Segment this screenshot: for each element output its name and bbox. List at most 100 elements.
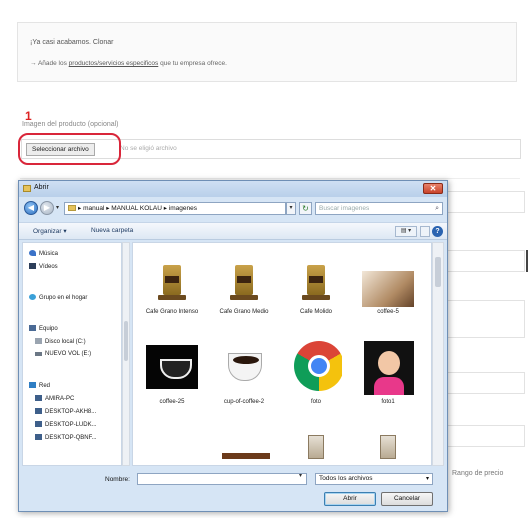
image-field-label: Imagen del producto (opcional): [22, 121, 119, 128]
refresh-icon[interactable]: ↻: [299, 202, 312, 215]
bg-input-4[interactable]: [447, 425, 525, 447]
dialog-footer: Nombre: ▾ Todos los archivos ▾ Abrir Can…: [19, 469, 447, 511]
image-thumbnail: [362, 341, 414, 397]
file-item[interactable]: [281, 433, 351, 465]
disk-icon: [35, 338, 42, 344]
organize-button[interactable]: Organizar ▾: [33, 227, 67, 235]
address-dropdown-icon[interactable]: ▾: [286, 202, 296, 215]
folder-icon: [23, 185, 31, 192]
file-name: coffee-25: [159, 399, 185, 405]
open-button[interactable]: Abrir: [324, 492, 376, 506]
navigation-pane: Música Vídeos Grupo en el hogar Equipo D…: [22, 242, 122, 466]
file-type-select[interactable]: Todos los archivos ▾: [315, 473, 433, 485]
hint-suffix: que tu empresa ofrece.: [160, 60, 227, 67]
nav-label: Música: [39, 251, 59, 257]
filename-input[interactable]: [137, 473, 307, 485]
file-name: Cafe Grano Intenso: [145, 309, 199, 315]
files-pane: Cafe Grano Intenso Cafe Grano Medio Cafe…: [132, 242, 432, 466]
file-item[interactable]: Cafe Grano Medio: [209, 251, 279, 331]
file-name: foto1: [381, 399, 395, 405]
nav-label: Equipo: [39, 326, 58, 332]
image-thumbnail: [362, 251, 414, 307]
file-name: cup-of-coffee-2: [223, 399, 265, 405]
filename-label: Nombre:: [105, 476, 130, 483]
bg-input-1[interactable]: [447, 191, 525, 213]
file-item[interactable]: foto: [281, 341, 351, 421]
file-item[interactable]: Cafe Molido: [281, 251, 351, 331]
bg-textarea[interactable]: [447, 300, 525, 338]
files-scrollbar[interactable]: [432, 242, 444, 466]
bg-input-2[interactable]: [447, 250, 525, 272]
nav-label: NUEVO VOL (E:): [45, 351, 92, 357]
nav-label: Disco local (C:): [45, 339, 86, 345]
help-icon[interactable]: ?: [432, 226, 443, 237]
nav-item-music[interactable]: Música: [29, 250, 58, 257]
homegroup-icon: [29, 294, 36, 300]
info-hint: → Añade los productos/servicios especifi…: [30, 60, 504, 67]
forward-arrow-icon[interactable]: ▶: [40, 201, 54, 215]
nav-scrollbar[interactable]: [122, 242, 130, 466]
view-options-icon[interactable]: ▤ ▾: [395, 226, 417, 237]
history-dropdown-icon[interactable]: ▾: [56, 204, 59, 211]
file-item[interactable]: Cafe Grano Intenso: [137, 251, 207, 331]
image-thumbnail: [362, 433, 414, 465]
cancel-button[interactable]: Cancelar: [381, 492, 433, 506]
file-name: foto: [310, 399, 321, 405]
dialog-titlebar[interactable]: Abrir ✕: [19, 181, 447, 197]
nav-label: Vídeos: [39, 264, 58, 270]
nav-scrollbar-thumb[interactable]: [124, 321, 128, 361]
file-item[interactable]: foto1: [353, 341, 423, 421]
preview-pane-icon[interactable]: [420, 226, 430, 237]
divider: [20, 178, 520, 179]
file-item[interactable]: cup-of-coffee-2: [209, 341, 279, 421]
nav-item-drive-e[interactable]: NUEVO VOL (E:): [35, 351, 91, 357]
file-type-value: Todos los archivos: [319, 475, 373, 482]
file-item[interactable]: [209, 433, 279, 465]
file-name: Cafe Molido: [299, 309, 332, 315]
files-scrollbar-thumb[interactable]: [435, 257, 441, 287]
file-item[interactable]: coffee-25: [137, 341, 207, 421]
dialog-title: Abrir: [34, 184, 49, 191]
image-thumbnail: [146, 251, 198, 307]
image-thumbnail: [218, 251, 270, 307]
close-button[interactable]: ✕: [423, 183, 443, 194]
music-icon: [29, 250, 36, 256]
pc-icon: [35, 434, 42, 440]
address-bar[interactable]: ▸ manual ▸ MANUAL KOLAU ▸ imagenes: [64, 202, 286, 215]
nav-item-computer[interactable]: Equipo: [29, 325, 58, 332]
nav-label: DESKTOP-AKH8...: [45, 409, 97, 415]
nav-item-pc-1[interactable]: AMIRA-PC: [35, 395, 74, 402]
image-thumbnail: [218, 341, 270, 397]
pc-icon: [35, 408, 42, 414]
network-icon: [29, 382, 36, 388]
nav-item-network[interactable]: Red: [29, 382, 50, 389]
hint-prefix: → Añade los: [30, 60, 67, 67]
file-status: No se eligió archivo: [120, 145, 177, 152]
pc-icon: [35, 395, 42, 401]
nav-item-disk-c[interactable]: Disco local (C:): [35, 338, 86, 345]
nav-item-homegroup[interactable]: Grupo en el hogar: [29, 294, 87, 301]
video-icon: [29, 263, 36, 269]
bg-input-3[interactable]: [447, 372, 525, 394]
products-link[interactable]: productos/servicios especificos: [69, 60, 159, 67]
back-arrow-icon[interactable]: ◀: [24, 201, 38, 215]
nav-label: DESKTOP-QBNF...: [45, 435, 97, 441]
filename-dropdown-icon[interactable]: ▾: [299, 472, 302, 479]
address-path: ▸ manual ▸ MANUAL KOLAU ▸ imagenes: [78, 205, 198, 212]
nav-item-videos[interactable]: Vídeos: [29, 263, 58, 270]
new-folder-button[interactable]: Nueva carpeta: [91, 227, 133, 234]
file-item[interactable]: coffee-5: [353, 251, 423, 331]
nav-item-pc-4[interactable]: DESKTOP-QBNF...: [35, 434, 97, 441]
nav-label: DESKTOP-LUDK...: [45, 422, 97, 428]
info-text: ¡Ya casi acabamos. Clonar: [30, 39, 114, 46]
image-thumbnail: [290, 433, 342, 465]
nav-item-pc-2[interactable]: DESKTOP-AKH8...: [35, 408, 96, 415]
nav-item-pc-3[interactable]: DESKTOP-LUDK...: [35, 421, 97, 428]
file-item[interactable]: [353, 433, 423, 465]
image-thumbnail: [290, 251, 342, 307]
highlight-circle: [18, 133, 121, 165]
search-input[interactable]: Buscar imagenes ⌕: [315, 202, 443, 215]
address-row: ◀ ▶ ▾ ▸ manual ▸ MANUAL KOLAU ▸ imagenes…: [19, 199, 447, 219]
image-thumbnail: [218, 433, 270, 465]
info-box: ¡Ya casi acabamos. Clonar → Añade los pr…: [17, 22, 517, 82]
